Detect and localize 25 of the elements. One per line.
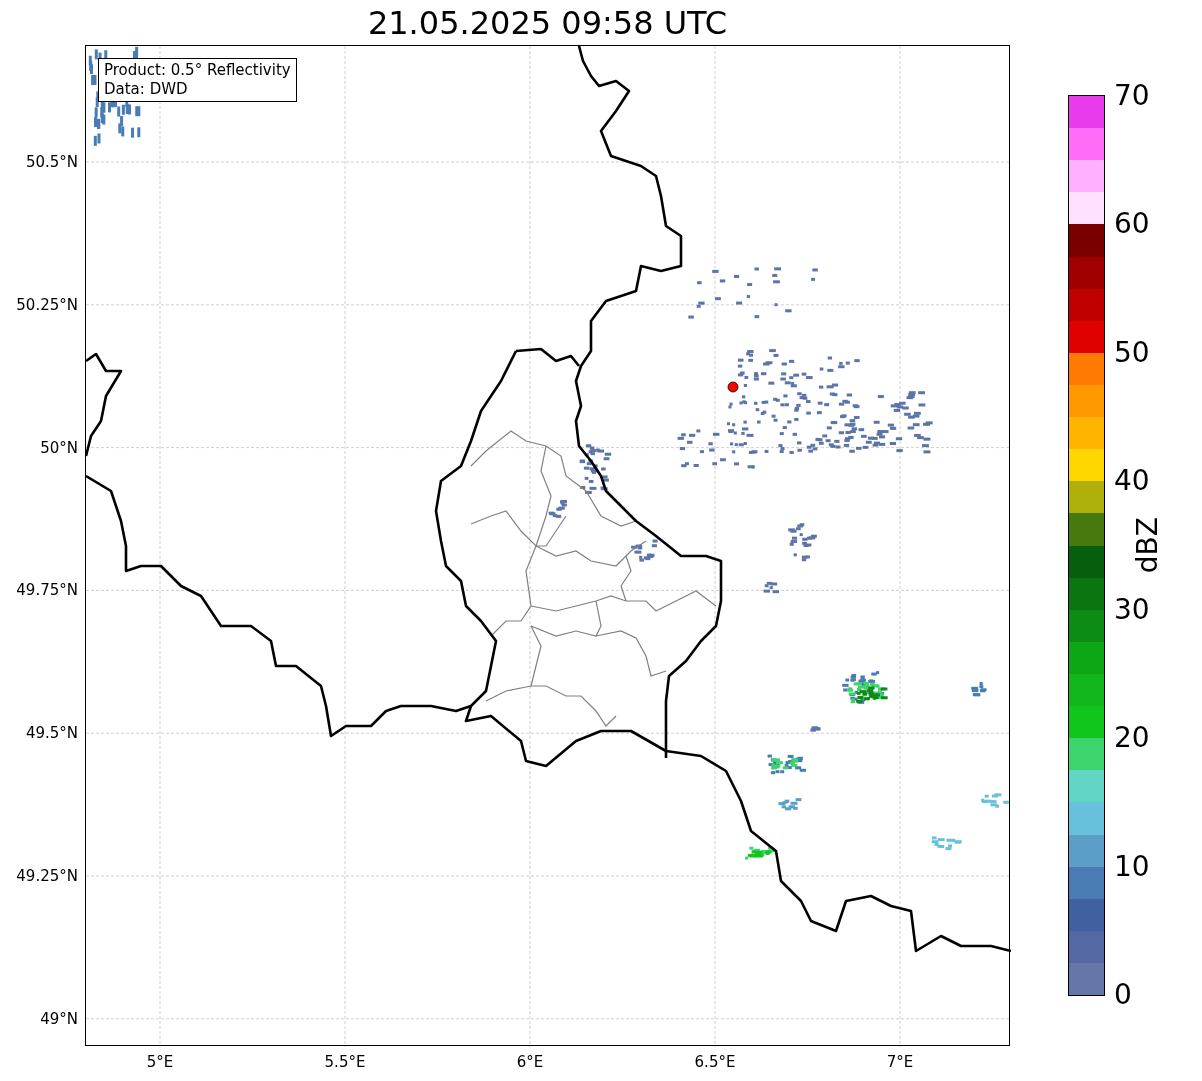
y-tick-label: 50°N [40,437,78,459]
colorbar-tick-label: 50 [1114,338,1150,367]
colorbar-tick-label: 30 [1114,595,1150,624]
y-tick-label: 50.5°N [25,151,78,173]
station-marker [727,381,739,393]
info-text: Product: 0.5° Reflectivity [104,61,291,80]
y-tick-label: 50.25°N [16,294,78,316]
colorbar-tick-label: 20 [1114,724,1150,753]
x-tick-label: 5.5°E [324,1052,366,1073]
x-tick-label: 6.5°E [694,1052,736,1073]
info-text: Data: DWD [104,80,189,99]
x-tick-label: 7°E [886,1052,914,1073]
y-tick-label: 49.25°N [16,865,78,887]
colorbar-tick-label: 0 [1114,981,1132,1009]
colorbar-tick-label: 40 [1114,467,1150,496]
chart-title: 21.05.2025 09:58 UTC [367,6,728,39]
x-tick-label: 5°E [146,1052,174,1073]
colorbar-tick-label: 70 [1114,82,1150,110]
x-tick-label: 6°E [516,1052,544,1073]
y-tick-label: 49.5°N [25,722,78,744]
colorbar-label: dBZ [1131,517,1165,574]
y-tick-label: 49°N [40,1008,78,1030]
y-tick-label: 49.75°N [16,580,78,602]
colorbar-tick-label: 10 [1114,852,1150,881]
colorbar-tick-label: 60 [1114,210,1150,239]
